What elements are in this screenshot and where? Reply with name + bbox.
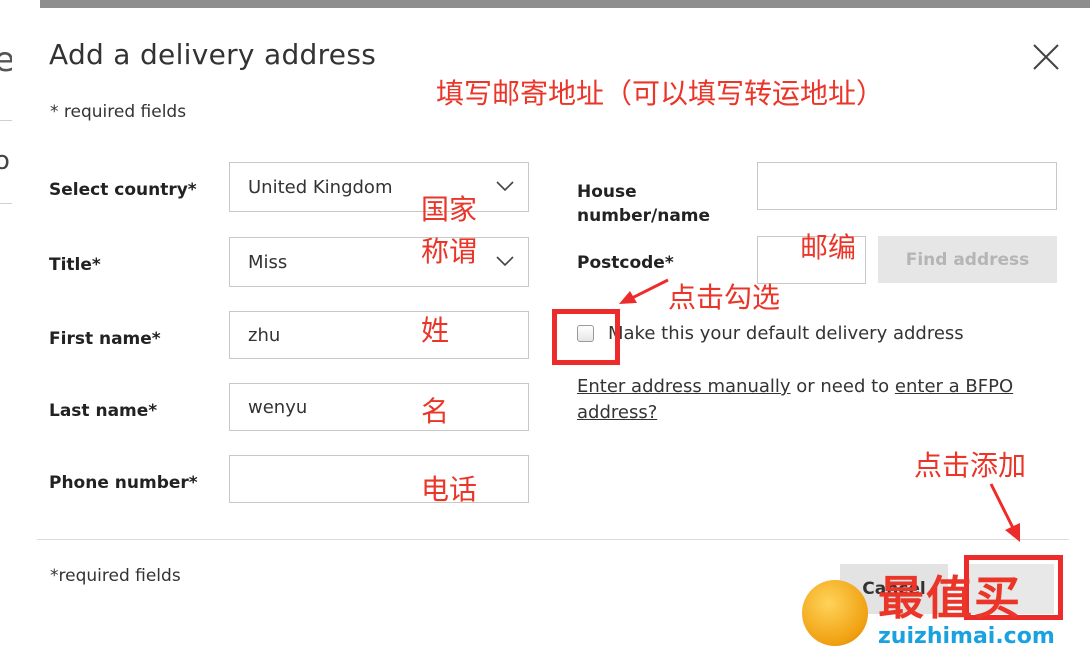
last-name-label: Last name*: [49, 401, 158, 421]
first-name-input[interactable]: zhu: [229, 311, 529, 359]
annotation-title: 称谓: [421, 235, 478, 268]
country-label: Select country*: [49, 180, 197, 200]
first-name-value: zhu: [248, 324, 281, 346]
address-links: Enter address manually or need to enter …: [577, 374, 1037, 426]
modal-title: Add a delivery address: [49, 38, 377, 71]
watermark-url: zuizhimai.com: [878, 624, 1055, 649]
last-name-input[interactable]: wenyu: [229, 383, 529, 431]
watermark: 最值买 zuizhimai.com: [800, 572, 1090, 653]
house-label: House number/name: [577, 182, 711, 226]
annotation-phone: 电话: [421, 473, 478, 506]
watermark-logo-icon: [802, 580, 868, 646]
checkbox-highlight-box: [552, 309, 620, 365]
annotation-surname: 姓: [421, 314, 450, 347]
required-fields-note: * required fields: [50, 102, 187, 122]
enter-address-manually-link[interactable]: Enter address manually: [577, 376, 791, 397]
chevron-down-icon: [496, 256, 514, 266]
annotation-given-name: 名: [421, 395, 450, 428]
required-fields-note-bottom: *required fields: [50, 566, 181, 586]
annotation-postcode: 邮编: [800, 231, 857, 264]
annotation-checkbox: 点击勾选: [668, 281, 781, 314]
footer-divider: [37, 539, 1069, 540]
annotation-country: 国家: [421, 193, 478, 226]
first-name-label: First name*: [49, 329, 161, 349]
title-select[interactable]: Miss: [229, 237, 529, 287]
title-label: Title*: [49, 255, 101, 275]
title-value: Miss: [248, 251, 288, 273]
annotation-header: 填写邮寄地址（可以填写转运地址）: [436, 77, 885, 110]
links-connector-text: or need to: [790, 376, 895, 397]
chevron-down-icon: [496, 181, 514, 191]
background-text-fragment: o: [0, 146, 10, 176]
last-name-value: wenyu: [248, 396, 308, 418]
postcode-label: Postcode*: [577, 253, 674, 273]
country-value: United Kingdom: [248, 176, 393, 198]
annotation-add: 点击添加: [914, 449, 1027, 482]
phone-label: Phone number*: [49, 473, 198, 493]
house-input[interactable]: [757, 162, 1057, 210]
close-icon[interactable]: [1031, 42, 1061, 72]
default-address-label: Make this your default delivery address: [608, 323, 964, 344]
find-address-button[interactable]: Find address: [878, 236, 1057, 283]
watermark-title: 最值买: [878, 571, 1022, 625]
phone-input[interactable]: [229, 455, 529, 503]
country-select[interactable]: United Kingdom: [229, 162, 529, 212]
